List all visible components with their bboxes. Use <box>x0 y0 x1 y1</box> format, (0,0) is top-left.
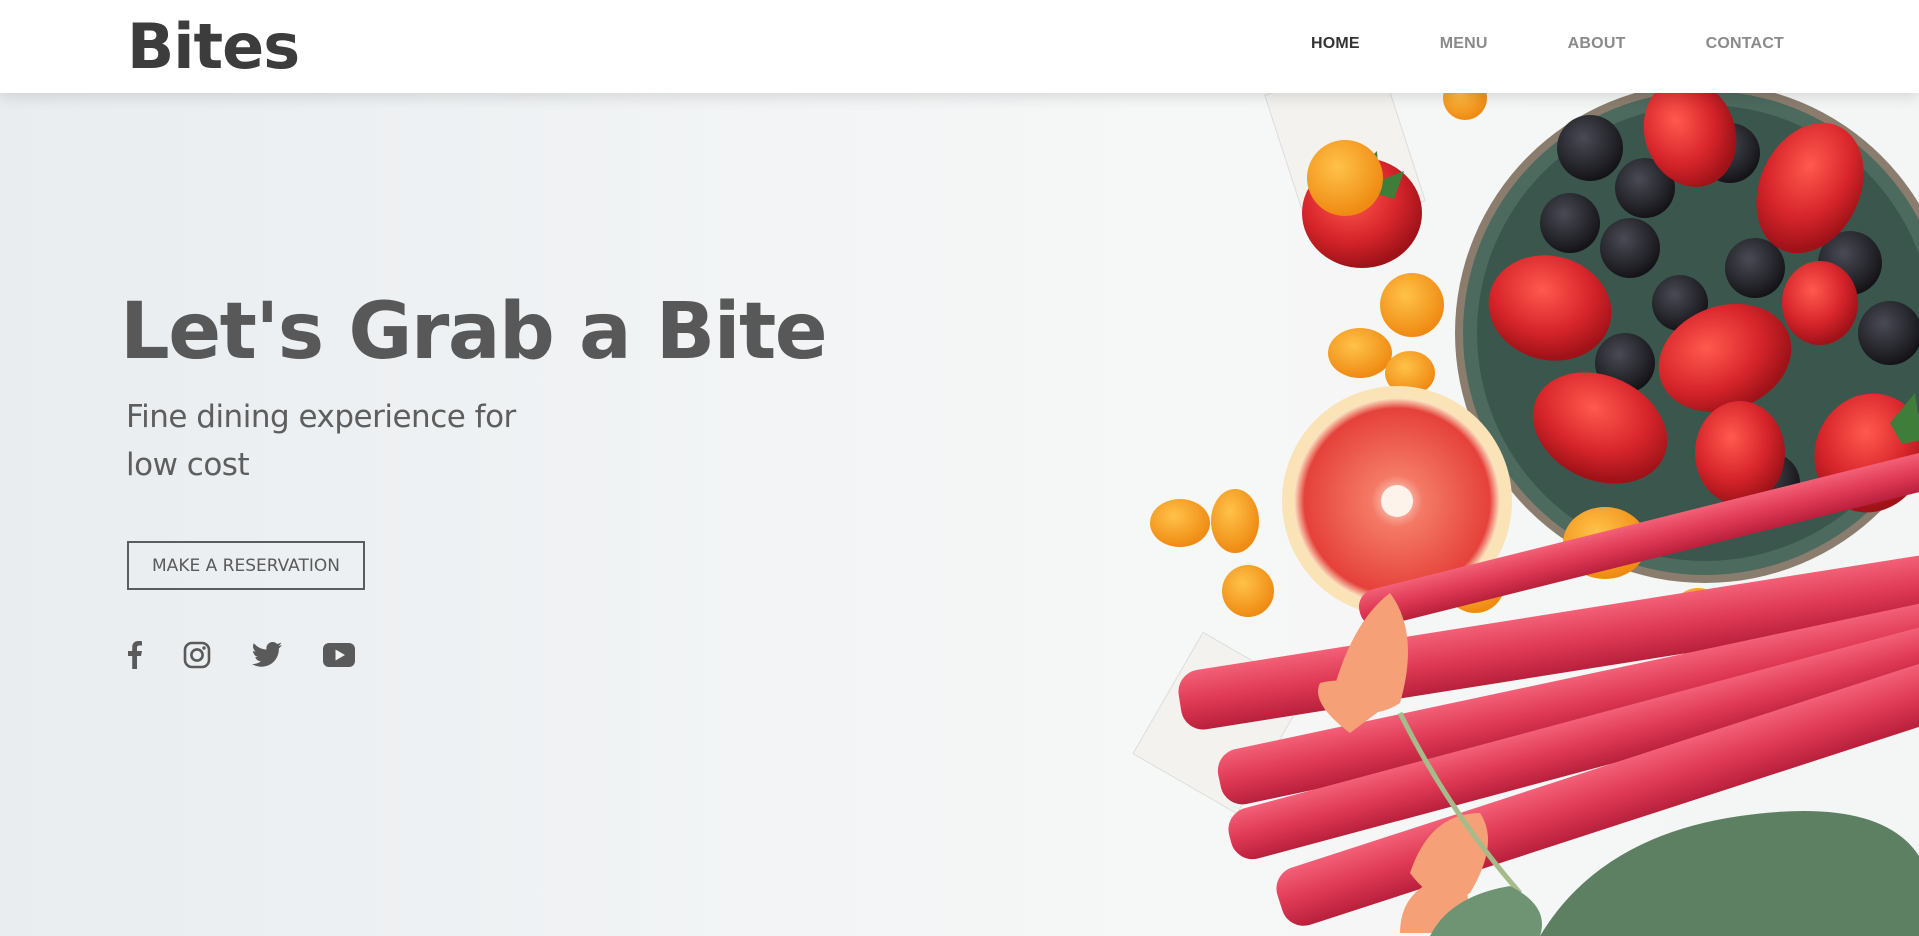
twitter-icon[interactable] <box>251 642 283 668</box>
hero-section: Let's Grab a Bite Fine dining experience… <box>0 93 1919 936</box>
facebook-icon[interactable] <box>127 641 143 669</box>
youtube-icon[interactable] <box>323 643 355 667</box>
nav-menu[interactable]: MENU <box>1440 35 1488 53</box>
fruit-collage-image <box>1132 93 1919 936</box>
brand-logo[interactable]: Bites <box>127 10 300 83</box>
nav-about[interactable]: ABOUT <box>1568 35 1626 53</box>
site-header: Bites HOME MENU ABOUT CONTACT <box>0 0 1919 93</box>
instagram-icon[interactable] <box>183 641 211 669</box>
hero-text-block: Let's Grab a Bite Fine dining experience… <box>120 287 828 489</box>
nav-contact[interactable]: CONTACT <box>1706 35 1784 53</box>
main-nav: HOME MENU ABOUT CONTACT <box>1231 35 1784 53</box>
social-links <box>127 641 395 669</box>
hero-subline: Fine dining experience for low cost <box>126 399 516 483</box>
hero-headline: Let's Grab a Bite <box>120 287 828 377</box>
make-reservation-button[interactable]: MAKE A RESERVATION <box>127 541 365 590</box>
nav-home[interactable]: HOME <box>1311 35 1360 53</box>
